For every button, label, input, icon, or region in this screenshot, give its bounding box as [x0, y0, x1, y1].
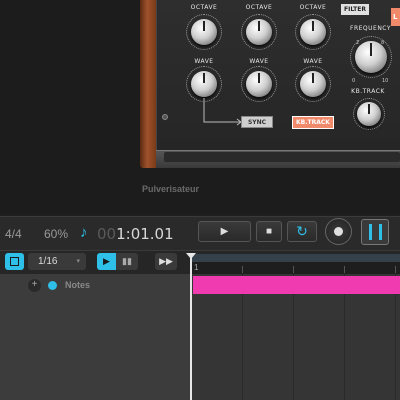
synth-bottom-inner [164, 152, 400, 162]
play-button[interactable]: ▶ [198, 221, 251, 242]
osc2-octave-label: OCTAVE [245, 4, 273, 11]
zoom-level[interactable]: 60% [44, 227, 68, 241]
time-display-main: 1:01.01 [116, 225, 174, 243]
mixer-fader-icon [379, 224, 382, 240]
track-color-dot[interactable] [48, 281, 57, 290]
mixer-button[interactable] [361, 219, 389, 245]
frequency-knob[interactable] [355, 41, 387, 73]
stop-icon: ■ [265, 226, 273, 237]
osc2-wave-knob[interactable] [246, 71, 272, 97]
plugin-name: Pulverisateur [142, 184, 200, 194]
chevron-down-icon: ▾ [76, 258, 80, 265]
filter-button[interactable]: FILTER [341, 4, 369, 15]
music-note-icon[interactable]: ♪ [80, 224, 88, 241]
osc3-wave-label: WAVE [303, 58, 323, 65]
osc1-wave-knob[interactable] [191, 71, 217, 97]
pointer-icon: ▶ [103, 256, 110, 266]
frequency-tick-0: 0 [352, 78, 356, 84]
loop-button[interactable]: ↻ [287, 221, 317, 242]
osc3-wave-knob[interactable] [300, 71, 326, 97]
loop-strip[interactable] [191, 254, 400, 262]
app-window: OCTAVE WAVE OCTAVE WAVE OCTAVE WAVE FILT… [0, 0, 400, 400]
select-tool-button[interactable] [5, 253, 24, 270]
record-button[interactable] [325, 218, 352, 245]
osc2-wave-label: WAVE [249, 58, 269, 65]
track-header [0, 274, 191, 400]
midi-region[interactable] [193, 276, 400, 294]
frequency-label: FREQUENCY [350, 25, 392, 32]
time-signature[interactable]: 4/4 [5, 227, 22, 241]
kbtrack-button[interactable]: KB.TRACK [292, 116, 334, 129]
fast-forward-icon: ▶▶ [159, 256, 173, 266]
ruler-tick [344, 266, 345, 273]
ruler-tick [293, 266, 294, 273]
time-display: 001:01.01 [97, 225, 174, 243]
playhead[interactable] [190, 254, 192, 400]
grid-select[interactable]: 1/16 ▾ [28, 253, 86, 270]
add-button[interactable]: + [28, 279, 41, 292]
osc1-wave-label: WAVE [194, 58, 214, 65]
fast-forward-button[interactable]: ▶▶ [155, 253, 177, 270]
kb-track-label: KB.TRACK [351, 88, 385, 95]
osc1-octave-knob[interactable] [191, 19, 217, 45]
split-tool-button[interactable]: ▮▮ [116, 253, 138, 270]
play-icon: ▶ [220, 226, 229, 237]
panel-screw [162, 114, 168, 120]
bar-number: 1 [194, 263, 199, 272]
stop-button[interactable]: ■ [256, 221, 282, 242]
synth-wood-side [140, 0, 156, 168]
grid-select-value: 1/16 [38, 256, 58, 267]
frequency-tick-10: 10 [382, 78, 389, 84]
ruler-tick [395, 266, 396, 273]
sync-button[interactable]: SYNC [241, 116, 273, 128]
pointer-tool-button[interactable]: ▶ [97, 253, 116, 270]
osc3-octave-label: OCTAVE [299, 4, 327, 11]
l-button[interactable]: L [391, 8, 400, 26]
track-name[interactable]: Notes [65, 280, 90, 290]
playhead-handle[interactable] [186, 253, 196, 259]
sync-connector [203, 98, 242, 126]
split-icon: ▮▮ [122, 256, 132, 266]
osc1-octave-label: OCTAVE [190, 4, 218, 11]
osc2-octave-knob[interactable] [246, 19, 272, 45]
time-display-prefix: 00 [97, 225, 117, 243]
osc3-octave-knob[interactable] [300, 19, 326, 45]
ruler-tick [242, 266, 243, 273]
loop-icon: ↻ [296, 223, 308, 239]
kb-track-knob[interactable] [357, 102, 381, 126]
mixer-fader-icon [369, 224, 372, 240]
